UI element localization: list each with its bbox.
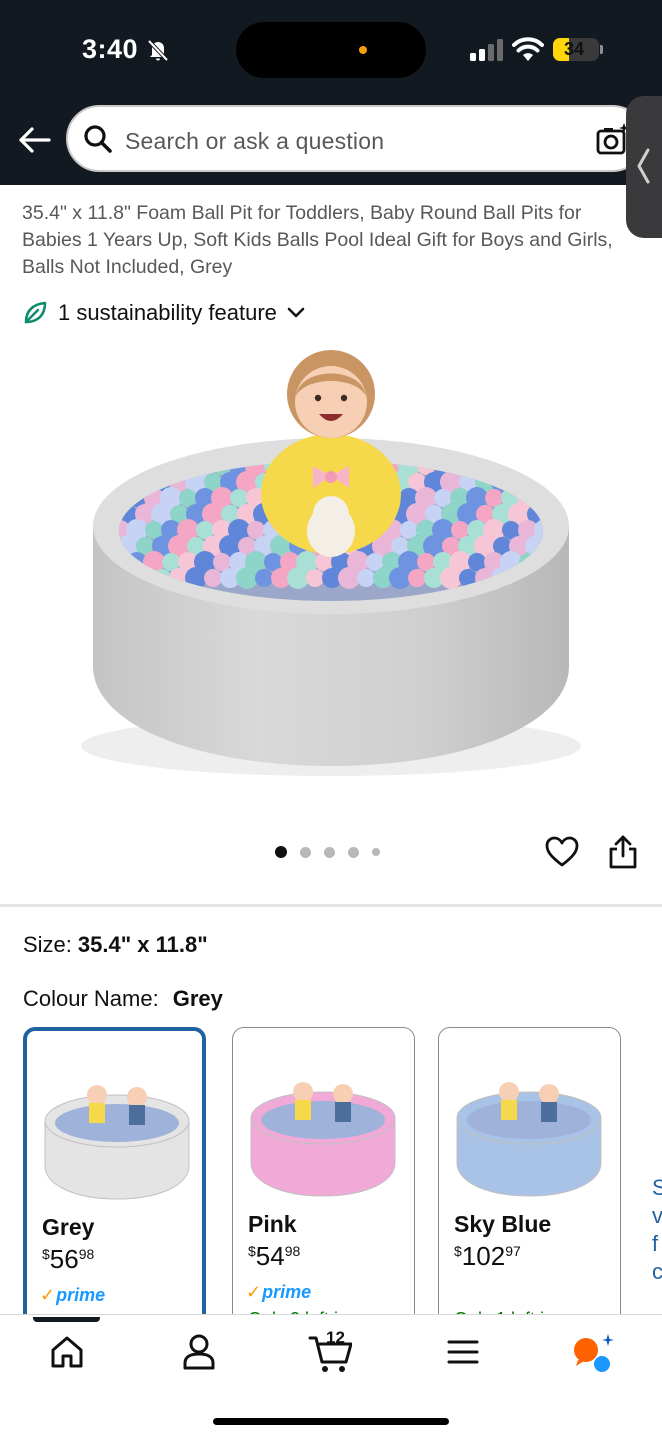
search-input[interactable]: Search or ask a question [125,128,384,155]
menu-icon[interactable] [441,1330,485,1374]
colour-label: Colour Name: [23,986,159,1011]
dynamic-island [236,22,426,78]
swatch-price: $10297 [454,1241,521,1272]
carousel-dot[interactable] [348,846,359,858]
prime-check-icon: ✓ [246,1282,262,1302]
carousel-dot[interactable] [372,848,380,856]
prime-badge: ✓prime [246,1282,311,1303]
colour-swatch-sky-blue[interactable]: Sky Blue$10297Only 1 left in [438,1027,621,1327]
heart-icon[interactable] [544,834,580,870]
colour-selector: Colour Name: Grey [23,986,223,1012]
battery-tip [600,45,603,54]
size-selector[interactable]: Size: 35.4" x 11.8" [23,932,208,958]
nav-active-indicator [33,1317,100,1322]
leaf-icon [24,301,47,324]
bell-off-icon [147,39,169,62]
price-currency: $ [454,1243,462,1259]
price-fraction: 97 [505,1243,521,1259]
cart-count-badge: 12 [326,1328,345,1347]
swatch-thumbnail [250,1082,396,1197]
swatch-price: $5698 [42,1244,94,1275]
sustainability-label: 1 sustainability feature [58,300,277,325]
swatch-thumbnail [44,1085,190,1200]
rufus-assistant-icon[interactable] [572,1330,616,1374]
status-time: 3:40 [82,34,139,64]
carousel-dot[interactable] [275,846,287,858]
next-swatch-edge-text[interactable]: S v f c [652,1174,662,1286]
price-fraction: 98 [78,1246,95,1262]
account-icon[interactable] [177,1330,221,1374]
cellular-signal-icon [470,39,503,61]
back-arrow-icon[interactable] [16,124,52,156]
battery-indicator: 34 [553,38,599,61]
size-label: Size: [23,932,72,957]
recording-dot [359,46,367,54]
price-currency: $ [42,1246,50,1262]
prime-badge: ✓prime [40,1285,105,1306]
carousel-dot[interactable] [300,846,311,858]
home-indicator [213,1418,449,1425]
swatch-thumbnail [456,1082,602,1197]
image-carousel-dots[interactable] [275,846,393,858]
wifi-icon [512,37,544,61]
chevron-left-icon [637,148,650,184]
swatch-name: Sky Blue [454,1211,552,1237]
size-value: 35.4" x 11.8" [77,932,208,957]
product-image[interactable] [0,336,662,816]
home-icon[interactable] [45,1330,89,1374]
sustainability-feature-row[interactable]: 1 sustainability feature [22,300,306,326]
swatch-price: $5498 [248,1241,300,1272]
swatch-name: Grey [42,1214,95,1240]
prime-check-icon: ✓ [40,1285,56,1305]
prime-label: prime [56,1285,106,1305]
section-divider [0,904,662,907]
price-currency: $ [248,1243,256,1259]
battery-level: 34 [563,39,585,59]
carousel-dot[interactable] [324,846,335,858]
colour-swatch-grey[interactable]: Grey$5698✓primeIn Stock [23,1027,206,1327]
chevron-down-icon [287,307,305,318]
price-whole: 102 [461,1241,506,1271]
product-title[interactable]: 35.4" x 11.8" Foam Ball Pit for Toddlers… [22,200,634,284]
status-bar: 3:40 34 [0,0,662,96]
camera-search-icon[interactable] [595,123,629,157]
search-icon [84,125,112,153]
colour-swatch-pink[interactable]: Pink$5498✓primeOnly 3 left in [232,1027,415,1327]
prime-label: prime [262,1282,312,1302]
colour-value: Grey [172,986,223,1011]
share-icon[interactable] [606,834,640,870]
search-bar[interactable]: Search or ask a question [66,105,646,172]
price-whole: 56 [49,1244,79,1274]
price-whole: 54 [255,1241,285,1271]
swatch-name: Pink [248,1211,297,1237]
price-fraction: 98 [284,1243,301,1259]
top-bar: 3:40 34 Search or ask a question [0,0,662,185]
